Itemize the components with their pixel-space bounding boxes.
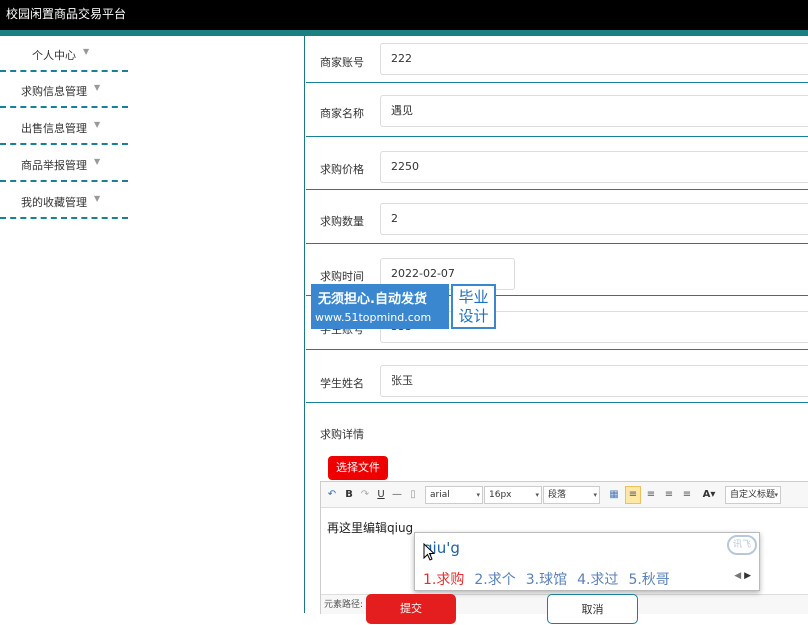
merchant-name-input[interactable]: 遇见	[380, 95, 808, 127]
ime-candidate[interactable]: 5.秋哥	[628, 572, 669, 588]
sidebar-item-favorites-management[interactable]: 我的收藏管理 ▼	[0, 183, 128, 219]
watermark-right: 毕业 设计	[451, 284, 496, 329]
chevron-down-icon: ▾	[774, 491, 778, 499]
merchant-account-input[interactable]: 222	[380, 43, 808, 75]
align-justify-icon[interactable]: ≡	[680, 487, 694, 503]
quantity-input[interactable]: 2	[380, 203, 808, 235]
sidebar-item-report-management[interactable]: 商品举报管理 ▼	[0, 146, 128, 182]
paragraph-value: 段落	[548, 490, 567, 500]
align-right-icon[interactable]: ≡	[662, 487, 676, 503]
watermark-right-line2: 设计	[458, 307, 489, 325]
form-row-quantity: 求购数量 2	[306, 190, 808, 244]
editor-content[interactable]: 再这里编辑qiug	[327, 519, 413, 536]
chevron-down-icon: ▼	[83, 47, 90, 56]
align-left-icon[interactable]: ≡	[625, 486, 641, 504]
redo-icon[interactable]: ↷	[358, 487, 372, 503]
ime-candidate[interactable]: 4.求过	[577, 572, 618, 588]
student-name-input[interactable]: 张玉	[380, 365, 808, 397]
sidebar-item-label: 我的收藏管理	[21, 196, 87, 209]
chevron-down-icon: ▼	[94, 194, 101, 203]
time-label: 求购时间	[320, 270, 364, 283]
table-icon[interactable]: ▦	[607, 487, 621, 503]
watermark-slogan: 无须担心.自动发货	[318, 292, 427, 307]
ime-candidate[interactable]: 2.求个	[474, 572, 515, 588]
watermark-right-line1: 毕业	[458, 288, 489, 306]
price-input[interactable]: 2250	[380, 151, 808, 183]
element-path-label: 元素路径:	[324, 600, 364, 610]
font-family-select[interactable]: arial ▾	[425, 486, 483, 504]
sidebar-item-purchase-management[interactable]: 求购信息管理 ▼	[0, 72, 128, 108]
ime-page-nav: ◀ ▶	[734, 571, 751, 581]
bold-icon[interactable]: B	[342, 487, 356, 503]
form-row-student-name: 学生姓名 张玉	[306, 350, 808, 403]
ime-candidate-popup: qiu'g 讯飞 1.求购 2.求个 3.球馆 4.求过 5.秋哥 ◀ ▶	[414, 532, 760, 591]
price-label: 求购价格	[320, 163, 364, 176]
chevron-down-icon: ▾	[593, 491, 597, 499]
app-title: 校园闲置商品交易平台	[6, 7, 127, 21]
sidebar-item-label: 求购信息管理	[21, 85, 87, 98]
merchant-account-label: 商家账号	[320, 56, 364, 69]
ime-candidate[interactable]: 3.球馆	[526, 572, 567, 588]
form-row-price: 求购价格 2250	[306, 137, 808, 190]
choose-file-button[interactable]: 选择文件	[328, 456, 388, 480]
underline-icon[interactable]: U	[374, 487, 388, 503]
ime-candidates: 1.求购 2.求个 3.球馆 4.求过 5.秋哥	[423, 569, 680, 589]
sidebar-item-label: 个人中心	[32, 49, 76, 62]
undo-icon[interactable]: ↶	[325, 487, 339, 503]
chevron-down-icon: ▼	[94, 120, 101, 129]
ime-candidate[interactable]: 1.求购	[423, 572, 464, 588]
merchant-name-label: 商家名称	[320, 107, 364, 120]
watermark-left: 无须担心.自动发货 www.51topmind.com	[311, 284, 449, 329]
paste-text-icon[interactable]: ▯	[406, 487, 420, 503]
chevron-down-icon: ▼	[94, 157, 101, 166]
student-name-label: 学生姓名	[320, 377, 364, 390]
font-size-value: 16px	[489, 490, 512, 500]
custom-heading-value: 自定义标题	[730, 490, 776, 500]
custom-heading-select[interactable]: 自定义标题 ▾	[725, 486, 781, 504]
form-row-merchant-name: 商家名称 遇见	[306, 83, 808, 137]
detail-label: 求购详情	[320, 428, 364, 441]
chevron-down-icon: ▾	[476, 491, 480, 499]
ime-next-page-icon[interactable]: ▶	[744, 571, 751, 581]
sidebar-item-personal-center[interactable]: 个人中心 ▼	[0, 36, 128, 72]
font-family-value: arial	[430, 490, 450, 500]
watermark-banner: 无须担心.自动发货 www.51topmind.com 毕业 设计	[311, 284, 496, 329]
sidebar: 个人中心 ▼ 求购信息管理 ▼ 出售信息管理 ▼ 商品举报管理 ▼ 我的收藏管理 ▼	[0, 36, 305, 613]
sidebar-item-label: 出售信息管理	[21, 122, 87, 135]
font-size-select[interactable]: 16px ▾	[484, 486, 542, 504]
chevron-down-icon: ▾	[535, 491, 539, 499]
editor-toolbar: ↶ B ↷ U — ▯ arial ▾ 16px ▾ 段落 ▾ ▦ ≡ ≡ ≡ ≡ A…	[321, 482, 808, 508]
app-header: 校园闲置商品交易平台	[0, 0, 808, 30]
ime-prev-page-icon[interactable]: ◀	[734, 571, 741, 581]
form-row-merchant-account: 商家账号 222	[306, 36, 808, 83]
align-center-icon[interactable]: ≡	[644, 487, 658, 503]
submit-button[interactable]: 提交	[366, 594, 456, 624]
quantity-label: 求购数量	[320, 215, 364, 228]
ime-logo-icon: 讯飞	[727, 535, 757, 555]
paragraph-select[interactable]: 段落 ▾	[543, 486, 600, 504]
horizontal-rule-icon[interactable]: —	[390, 487, 404, 503]
sidebar-item-sale-management[interactable]: 出售信息管理 ▼	[0, 109, 128, 145]
font-color-icon[interactable]: A▾	[698, 487, 720, 503]
cancel-button[interactable]: 取消	[547, 594, 638, 624]
chevron-down-icon: ▼	[94, 83, 101, 92]
mouse-cursor-icon	[423, 543, 435, 561]
watermark-url: www.51topmind.com	[315, 311, 432, 324]
sidebar-item-label: 商品举报管理	[21, 159, 87, 172]
